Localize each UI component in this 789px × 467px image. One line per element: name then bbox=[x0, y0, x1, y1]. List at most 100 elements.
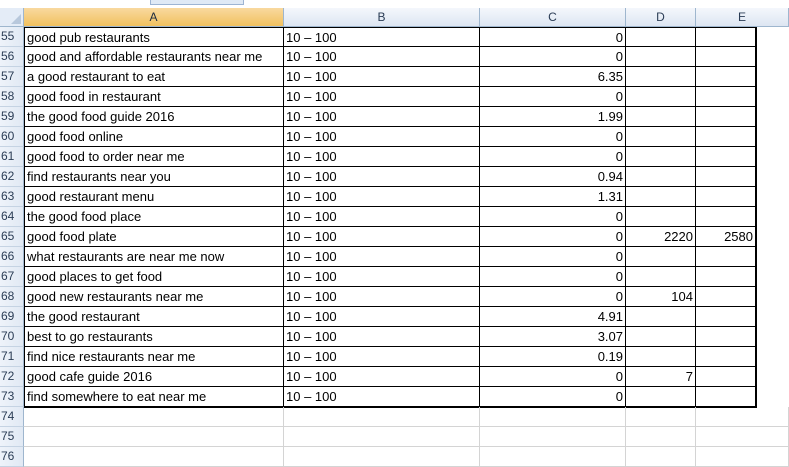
column-header-b[interactable]: B bbox=[284, 8, 480, 27]
cell-e[interactable] bbox=[696, 67, 756, 87]
cell-e[interactable] bbox=[696, 447, 789, 467]
cell-c[interactable]: 6.35 bbox=[480, 67, 626, 87]
cell-c[interactable]: 1.31 bbox=[480, 187, 626, 207]
cell-a[interactable]: good pub restaurants bbox=[24, 27, 284, 47]
cell-a[interactable]: good cafe guide 2016 bbox=[24, 367, 284, 387]
cell-e[interactable] bbox=[696, 187, 756, 207]
cell-d[interactable] bbox=[626, 67, 696, 87]
cell-c[interactable]: 0 bbox=[480, 127, 626, 147]
cell-d[interactable] bbox=[626, 107, 696, 127]
column-header-a[interactable]: A bbox=[24, 8, 284, 27]
cell-c[interactable]: 0 bbox=[480, 387, 626, 407]
cell-b[interactable]: 10 – 100 bbox=[284, 367, 480, 387]
cell-a[interactable]: the good food guide 2016 bbox=[24, 107, 284, 127]
row-header[interactable]: 75 bbox=[0, 427, 24, 447]
cell-e[interactable] bbox=[696, 107, 756, 127]
cell-a[interactable]: good food to order near me bbox=[24, 147, 284, 167]
cell-c[interactable]: 0 bbox=[480, 27, 626, 47]
cell-a[interactable]: a good restaurant to eat bbox=[24, 67, 284, 87]
cell-b[interactable]: 10 – 100 bbox=[284, 87, 480, 107]
cell-a[interactable]: good food plate bbox=[24, 227, 284, 247]
cell-e[interactable] bbox=[696, 387, 756, 407]
row-header[interactable]: 68 bbox=[0, 287, 24, 307]
cell-a[interactable]: best to go restaurants bbox=[24, 327, 284, 347]
row-header[interactable]: 73 bbox=[0, 387, 24, 407]
cell-b[interactable]: 10 – 100 bbox=[284, 227, 480, 247]
cell-a[interactable]: the good food place bbox=[24, 207, 284, 227]
cell-d[interactable] bbox=[626, 327, 696, 347]
cell-b[interactable]: 10 – 100 bbox=[284, 107, 480, 127]
cell-c[interactable]: 0 bbox=[480, 287, 626, 307]
cell-b[interactable]: 10 – 100 bbox=[284, 27, 480, 47]
cell-e[interactable] bbox=[696, 27, 756, 47]
cell-c[interactable] bbox=[480, 407, 626, 427]
row-header[interactable]: 66 bbox=[0, 247, 24, 267]
cell-a[interactable]: good places to get food bbox=[24, 267, 284, 287]
cell-b[interactable]: 10 – 100 bbox=[284, 287, 480, 307]
cell-b[interactable]: 10 – 100 bbox=[284, 47, 480, 67]
cell-e[interactable] bbox=[696, 207, 756, 227]
cell-e[interactable] bbox=[696, 427, 789, 447]
cell-b[interactable]: 10 – 100 bbox=[284, 327, 480, 347]
cell-d[interactable] bbox=[626, 87, 696, 107]
cell-b[interactable]: 10 – 100 bbox=[284, 147, 480, 167]
column-header-c[interactable]: C bbox=[480, 8, 626, 27]
cell-b[interactable]: 10 – 100 bbox=[284, 67, 480, 87]
cell-d[interactable] bbox=[626, 387, 696, 407]
cell-b[interactable]: 10 – 100 bbox=[284, 247, 480, 267]
cell-e[interactable] bbox=[696, 307, 756, 327]
cell-d[interactable] bbox=[626, 407, 696, 427]
cell-b[interactable]: 10 – 100 bbox=[284, 167, 480, 187]
cell-d[interactable]: 7 bbox=[626, 367, 696, 387]
row-header[interactable]: 57 bbox=[0, 67, 24, 87]
cell-b[interactable]: 10 – 100 bbox=[284, 127, 480, 147]
cell-a[interactable]: good new restaurants near me bbox=[24, 287, 284, 307]
cell-c[interactable]: 0 bbox=[480, 247, 626, 267]
cell-a[interactable]: good food online bbox=[24, 127, 284, 147]
cell-c[interactable]: 4.91 bbox=[480, 307, 626, 327]
cell-e[interactable] bbox=[696, 287, 756, 307]
cell-b[interactable] bbox=[284, 427, 480, 447]
cell-c[interactable]: 0 bbox=[480, 267, 626, 287]
row-header[interactable]: 60 bbox=[0, 127, 24, 147]
cell-b[interactable]: 10 – 100 bbox=[284, 207, 480, 227]
cell-c[interactable]: 0 bbox=[480, 87, 626, 107]
row-header[interactable]: 61 bbox=[0, 147, 24, 167]
cell-d[interactable]: 104 bbox=[626, 287, 696, 307]
cell-e[interactable] bbox=[696, 127, 756, 147]
cell-d[interactable] bbox=[626, 167, 696, 187]
cell-c[interactable]: 0 bbox=[480, 47, 626, 67]
cell-c[interactable]: 0 bbox=[480, 207, 626, 227]
cell-a[interactable]: good restaurant menu bbox=[24, 187, 284, 207]
cell-a[interactable]: good and affordable restaurants near me bbox=[24, 47, 284, 67]
cell-c[interactable]: 0 bbox=[480, 227, 626, 247]
cell-d[interactable] bbox=[626, 247, 696, 267]
row-header[interactable]: 64 bbox=[0, 207, 24, 227]
cell-b[interactable] bbox=[284, 447, 480, 467]
cell-c[interactable]: 1.99 bbox=[480, 107, 626, 127]
row-header[interactable]: 59 bbox=[0, 107, 24, 127]
cell-d[interactable] bbox=[626, 267, 696, 287]
cell-b[interactable]: 10 – 100 bbox=[284, 187, 480, 207]
cell-d[interactable] bbox=[626, 347, 696, 367]
cell-e[interactable] bbox=[696, 167, 756, 187]
cell-d[interactable] bbox=[626, 127, 696, 147]
select-all-corner[interactable] bbox=[0, 8, 24, 27]
row-header[interactable]: 70 bbox=[0, 327, 24, 347]
cell-e[interactable] bbox=[696, 347, 756, 367]
cell-d[interactable] bbox=[626, 47, 696, 67]
name-box-edge[interactable] bbox=[150, 0, 244, 5]
row-header[interactable]: 67 bbox=[0, 267, 24, 287]
cell-e[interactable] bbox=[696, 367, 756, 387]
row-header[interactable]: 63 bbox=[0, 187, 24, 207]
cell-c[interactable]: 0 bbox=[480, 367, 626, 387]
cell-c[interactable] bbox=[480, 447, 626, 467]
column-header-e[interactable]: E bbox=[696, 8, 789, 27]
cell-a[interactable]: the good restaurant bbox=[24, 307, 284, 327]
cell-a[interactable]: good food in restaurant bbox=[24, 87, 284, 107]
cell-e[interactable] bbox=[696, 47, 756, 67]
row-header[interactable]: 55 bbox=[0, 27, 24, 47]
row-header[interactable]: 72 bbox=[0, 367, 24, 387]
cell-b[interactable] bbox=[284, 407, 480, 427]
cell-b[interactable]: 10 – 100 bbox=[284, 267, 480, 287]
